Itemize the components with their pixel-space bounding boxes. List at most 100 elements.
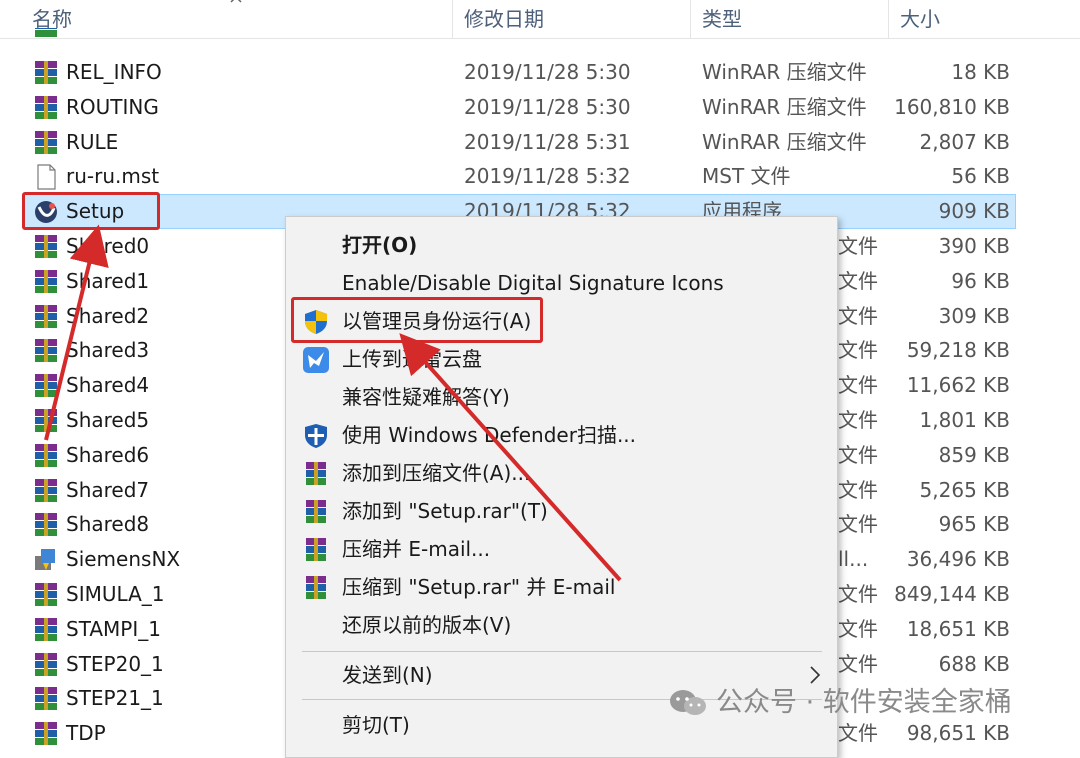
file-size: 160,810 KB xyxy=(894,95,1010,119)
file-size: 56 KB xyxy=(951,164,1010,188)
file-name: Shared4 xyxy=(66,373,150,397)
menu-item-restore-previous[interactable]: 还原以前的版本(V) xyxy=(286,607,837,644)
menu-item-label: 压缩并 E-mail... xyxy=(342,537,491,561)
file-type: WinRAR 压缩文件 xyxy=(702,130,867,154)
file-size: 688 KB xyxy=(938,652,1010,676)
file-name: ru-ru.mst xyxy=(66,164,160,188)
winrar-archive-icon xyxy=(35,687,57,710)
file-name: SIMULA_1 xyxy=(66,582,165,606)
file-size: 59,218 KB xyxy=(906,338,1010,362)
winrar-icon xyxy=(306,462,326,485)
file-name: RULE xyxy=(66,130,119,154)
file-type: 文件 xyxy=(838,269,878,293)
menu-item-compress-rar-email[interactable]: 压缩到 "Setup.rar" 并 E-mail xyxy=(286,569,837,606)
winrar-archive-icon xyxy=(35,653,57,676)
file-name: Shared1 xyxy=(66,269,150,293)
chevron-right-icon xyxy=(810,666,821,684)
winrar-archive-icon xyxy=(35,270,57,293)
file-size: 859 KB xyxy=(938,443,1010,467)
file-type: 文件 xyxy=(838,512,878,536)
file-date: 2019/11/28 5:32 xyxy=(464,164,631,188)
blank-file-icon xyxy=(37,164,56,190)
winrar-archive-icon xyxy=(35,722,57,745)
menu-item-open[interactable]: 打开(O) xyxy=(286,227,837,264)
winrar-icon xyxy=(306,576,326,599)
installer-package-icon xyxy=(35,549,55,570)
file-size: 1,801 KB xyxy=(919,408,1010,432)
table-row-partial xyxy=(0,28,1080,42)
file-date: 2019/11/28 5:30 xyxy=(464,95,631,119)
winrar-archive-icon xyxy=(35,131,57,154)
menu-item-add-to-setup-rar[interactable]: 添加到 "Setup.rar"(T) xyxy=(286,493,837,530)
file-size: 849,144 KB xyxy=(894,582,1010,606)
menu-item-label: 使用 Windows Defender扫描... xyxy=(342,423,637,447)
menu-item-label: 添加到压缩文件(A)... xyxy=(342,461,531,485)
menu-item-label: 打开(O) xyxy=(342,233,418,257)
table-row[interactable]: RULE 2019/11/28 5:31 WinRAR 压缩文件 2,807 KB xyxy=(0,125,1080,160)
file-type: 文件 xyxy=(838,234,878,258)
file-name: Shared2 xyxy=(66,304,150,328)
menu-item-label: 剪切(T) xyxy=(342,713,410,737)
table-row[interactable]: ru-ru.mst 2019/11/28 5:32 MST 文件 56 KB xyxy=(0,159,1080,194)
file-type: 文件 xyxy=(838,617,878,641)
winrar-archive-icon xyxy=(35,96,57,119)
file-name: STEP20_1 xyxy=(66,652,164,676)
watermark-text: 公众号 · 软件安装全家桶 xyxy=(716,687,1012,718)
file-name: Shared7 xyxy=(66,478,150,502)
menu-item-label: 压缩到 "Setup.rar" 并 E-mail xyxy=(342,575,616,599)
file-type: 文件 xyxy=(838,304,878,328)
file-name: SiemensNX xyxy=(66,547,181,571)
file-name: REL_INFO xyxy=(66,60,162,84)
menu-item-label: 上传到迅雷云盘 xyxy=(342,347,482,371)
file-size: 309 KB xyxy=(938,304,1010,328)
file-type: WinRAR 压缩文件 xyxy=(702,60,867,84)
file-name: STAMPI_1 xyxy=(66,617,161,641)
table-row[interactable]: ROUTING 2019/11/28 5:30 WinRAR 压缩文件 160,810… xyxy=(0,90,1080,125)
table-row[interactable]: REL_INFO 2019/11/28 5:30 WinRAR 压缩文件 18 KB xyxy=(0,55,1080,90)
defender-shield-icon xyxy=(305,424,327,448)
menu-item-compat-troubleshoot[interactable]: 兼容性疑难解答(Y) xyxy=(286,379,837,416)
menu-item-label: 添加到 "Setup.rar"(T) xyxy=(342,499,548,523)
menu-item-upload-xunlei[interactable]: 上传到迅雷云盘 xyxy=(286,341,837,378)
file-size: 96 KB xyxy=(951,269,1010,293)
wechat-logo-icon xyxy=(670,690,706,715)
winrar-archive-icon xyxy=(35,339,57,362)
highlight-setup-box xyxy=(22,192,160,230)
file-size: 909 KB xyxy=(938,199,1010,223)
winrar-archive-icon xyxy=(35,618,57,641)
file-size: 18 KB xyxy=(951,60,1010,84)
file-size: 2,807 KB xyxy=(919,130,1010,154)
file-size: 11,662 KB xyxy=(906,373,1010,397)
file-size: 18,651 KB xyxy=(906,617,1010,641)
menu-item-label: 还原以前的版本(V) xyxy=(342,613,512,637)
winrar-icon xyxy=(306,500,326,523)
file-name: STEP21_1 xyxy=(66,686,164,710)
xunlei-bird-icon xyxy=(303,347,329,373)
file-name: ROUTING xyxy=(66,95,159,119)
winrar-archive-icon xyxy=(35,61,57,84)
file-name: Shared0 xyxy=(66,234,150,258)
file-name: TDP xyxy=(66,721,106,745)
file-name: Shared3 xyxy=(66,338,150,362)
file-name: Shared6 xyxy=(66,443,150,467)
highlight-run-as-admin-box xyxy=(291,297,543,343)
file-size: 965 KB xyxy=(938,512,1010,536)
file-type: 文件 xyxy=(838,408,878,432)
file-type: 文件 xyxy=(838,652,878,676)
winrar-archive-icon xyxy=(35,513,57,536)
menu-item-compress-email[interactable]: 压缩并 E-mail... xyxy=(286,531,837,568)
file-type: MST 文件 xyxy=(702,164,791,188)
winrar-archive-icon xyxy=(35,583,57,606)
menu-separator xyxy=(302,651,822,652)
file-size: 390 KB xyxy=(938,234,1010,258)
file-type: ll... xyxy=(838,547,869,571)
sort-up-icon xyxy=(230,0,242,3)
menu-item-defender-scan[interactable]: 使用 Windows Defender扫描... xyxy=(286,417,837,454)
winrar-archive-icon xyxy=(35,374,57,397)
menu-item-add-to-archive[interactable]: 添加到压缩文件(A)... xyxy=(286,455,837,492)
winrar-icon xyxy=(306,538,326,561)
menu-item-label: 兼容性疑难解答(Y) xyxy=(342,385,510,409)
file-name: Shared8 xyxy=(66,512,150,536)
file-type: WinRAR 压缩文件 xyxy=(702,95,867,119)
file-size: 5,265 KB xyxy=(919,478,1010,502)
